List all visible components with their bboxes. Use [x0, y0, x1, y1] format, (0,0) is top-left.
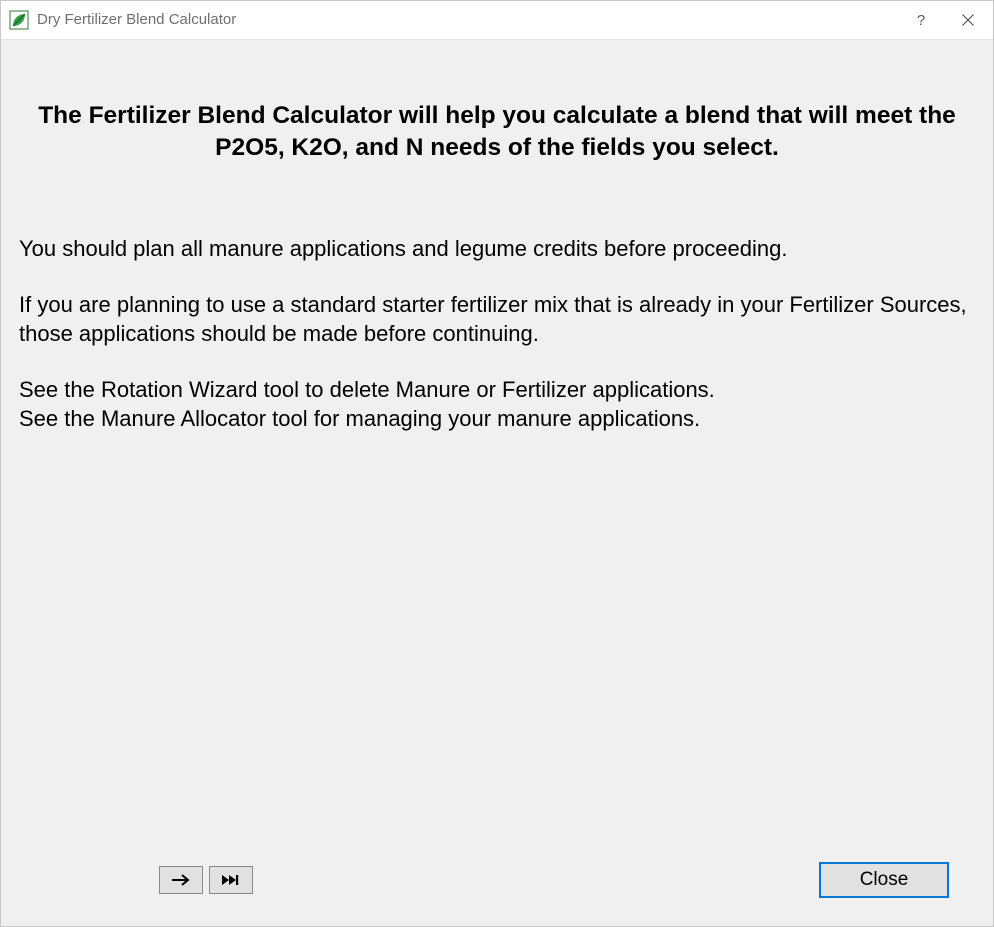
footer: Close: [1, 846, 993, 926]
skip-to-end-icon: [220, 873, 242, 887]
body-text: You should plan all manure applications …: [19, 235, 975, 434]
paragraph-starter-mix: If you are planning to use a standard st…: [19, 291, 975, 348]
close-button[interactable]: Close: [819, 862, 949, 898]
app-icon: [9, 10, 29, 30]
close-button-label: Close: [860, 869, 909, 891]
content-area: The Fertilizer Blend Calculator will hel…: [1, 40, 993, 846]
skip-to-end-button[interactable]: [209, 866, 253, 894]
client-area: The Fertilizer Blend Calculator will hel…: [1, 39, 993, 926]
help-button[interactable]: ?: [899, 1, 943, 39]
paragraph-manure-allocator: See the Manure Allocator tool for managi…: [19, 405, 975, 434]
window-title: Dry Fertilizer Blend Calculator: [37, 1, 899, 39]
next-arrow-icon: [170, 873, 192, 887]
dialog-window: Dry Fertilizer Blend Calculator ? The Fe…: [0, 0, 994, 927]
close-icon: [962, 14, 974, 26]
paragraph-plan-manure: You should plan all manure applications …: [19, 235, 975, 264]
window-controls: ?: [899, 1, 993, 39]
nav-buttons: [159, 866, 253, 894]
next-button[interactable]: [159, 866, 203, 894]
intro-heading: The Fertilizer Blend Calculator will hel…: [19, 100, 975, 165]
window-close-button[interactable]: [943, 1, 993, 39]
titlebar: Dry Fertilizer Blend Calculator ?: [1, 1, 993, 39]
help-icon: ?: [917, 12, 925, 29]
paragraph-rotation-wizard: See the Rotation Wizard tool to delete M…: [19, 376, 975, 405]
